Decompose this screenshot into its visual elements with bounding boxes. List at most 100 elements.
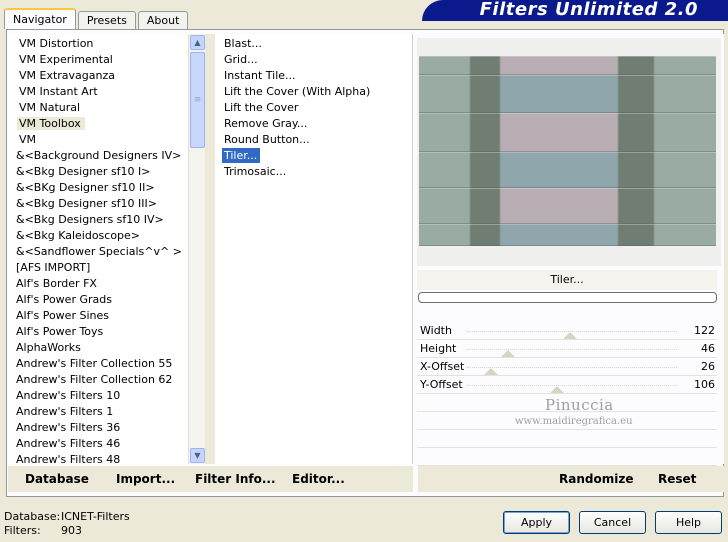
category-label: VM Instant Art — [19, 85, 98, 98]
category-item[interactable]: &<BKg Designer sf10 II> — [8, 180, 204, 196]
filter-item[interactable]: Tiler... — [215, 148, 412, 164]
preview-tile-row — [419, 224, 716, 246]
preview-tile-row — [419, 152, 716, 188]
category-label: &<Bkg Designer sf10 I> — [16, 165, 151, 178]
apply-button[interactable]: Apply — [503, 511, 570, 534]
category-item[interactable]: Andrew's Filter Collection 55 — [8, 356, 204, 372]
import-button[interactable]: Import... — [116, 466, 175, 492]
category-item[interactable]: Andrew's Filters 36 — [8, 420, 204, 436]
reset-button[interactable]: Reset — [658, 466, 696, 492]
filter-item[interactable]: Remove Gray... — [215, 116, 412, 132]
filter-item[interactable]: Trimosaic... — [215, 164, 412, 180]
category-label: &<Sandflower Specials^v^ > — [16, 245, 182, 258]
preview-tile-row — [419, 113, 716, 152]
database-button[interactable]: Database — [25, 466, 89, 492]
parameter-slider-knob[interactable] — [550, 386, 565, 393]
progress-bar — [418, 292, 717, 303]
filters-count-label: Filters: — [4, 524, 41, 537]
category-item[interactable]: Alf's Border FX — [8, 276, 204, 292]
parameter-slider-knob[interactable] — [484, 368, 499, 375]
database-value: ICNET-Filters — [61, 510, 130, 523]
category-item[interactable]: &<Background Designers IV> — [8, 148, 204, 164]
filter-item[interactable]: Grid... — [215, 52, 412, 68]
category-list[interactable]: VM Distortion VM Experimental VM Extravaga… — [8, 34, 204, 464]
category-item[interactable]: Andrew's Filters 46 — [8, 436, 204, 452]
category-item[interactable]: &<Bkg Designer sf10 III> — [8, 196, 204, 212]
filter-item[interactable]: Lift the Cover (With Alpha) — [215, 84, 412, 100]
parameter-list: Width 122 Height 46 X-Offset 26 Y-Offset 106 — [417, 322, 717, 466]
filter-label: Grid... — [224, 53, 258, 66]
category-scrollbar[interactable]: ▲ ≡ ▼ — [188, 34, 205, 464]
scroll-up-icon[interactable]: ▲ — [190, 35, 205, 50]
left-action-bar: Database Import... Filter Info... Editor… — [8, 466, 413, 492]
category-item[interactable]: Andrew's Filters 10 — [8, 388, 204, 404]
parameter-slider-track[interactable] — [467, 367, 677, 368]
current-filter-name: Tiler... — [417, 270, 717, 290]
randomize-button[interactable]: Randomize — [559, 466, 633, 492]
tab-navigator[interactable]: Navigator — [4, 8, 76, 29]
category-item[interactable]: [AFS IMPORT] — [8, 260, 204, 276]
tab-strip: Navigator Presets About — [4, 8, 190, 29]
parameter-slider-track[interactable] — [467, 349, 677, 350]
category-item[interactable]: &<Bkg Designers sf10 IV> — [8, 212, 204, 228]
category-item[interactable]: Alf's Power Grads — [8, 292, 204, 308]
filter-info-button[interactable]: Filter Info... — [195, 466, 276, 492]
category-item[interactable]: VM Natural — [8, 100, 204, 116]
filter-label: Round Button... — [224, 133, 310, 146]
preview-tile-row — [419, 188, 716, 224]
category-item[interactable]: Alf's Power Toys — [8, 324, 204, 340]
category-label: Alf's Power Grads — [16, 293, 112, 306]
category-item[interactable]: VM Extravaganza — [8, 68, 204, 84]
scroll-down-icon[interactable]: ▼ — [190, 448, 205, 463]
category-item[interactable]: &<Bkg Designer sf10 I> — [8, 164, 204, 180]
category-label: Andrew's Filters 1 — [16, 405, 114, 418]
filter-label: Instant Tile... — [224, 69, 296, 82]
cancel-button[interactable]: Cancel — [579, 511, 646, 534]
category-item[interactable]: VM — [8, 132, 204, 148]
tab-about[interactable]: About — [137, 11, 189, 29]
empty-parameter-row — [417, 430, 717, 448]
category-item[interactable]: Andrew's Filters 48 — [8, 452, 204, 464]
splitter[interactable] — [205, 34, 215, 464]
filter-item[interactable]: Instant Tile... — [215, 68, 412, 84]
parameter-slider-knob[interactable] — [500, 350, 515, 357]
parameter-row[interactable]: Height 46 — [417, 340, 717, 358]
filter-label: Remove Gray... — [224, 117, 308, 130]
category-item[interactable]: Alf's Power Sines — [8, 308, 204, 324]
empty-parameter-row — [417, 448, 717, 466]
category-item[interactable]: &<Sandflower Specials^v^ > — [8, 244, 204, 260]
category-label: AlphaWorks — [16, 341, 81, 354]
category-label: [AFS IMPORT] — [16, 261, 91, 274]
category-label: Andrew's Filter Collection 55 — [16, 357, 173, 370]
category-item[interactable]: Andrew's Filters 1 — [8, 404, 204, 420]
filter-list[interactable]: Blast... Grid... Instant Tile... Lift the C… — [215, 34, 413, 464]
scroll-thumb[interactable]: ≡ — [190, 52, 205, 148]
filter-item[interactable]: Lift the Cover — [215, 100, 412, 116]
category-label: Andrew's Filter Collection 62 — [16, 373, 173, 386]
category-item[interactable]: Andrew's Filter Collection 62 — [8, 372, 204, 388]
parameter-slider-knob[interactable] — [563, 332, 578, 339]
filter-item[interactable]: Blast... — [215, 36, 412, 52]
parameter-row[interactable]: Width 122 — [417, 322, 717, 340]
parameter-value: 46 — [701, 342, 715, 355]
parameter-name: Height — [420, 342, 457, 355]
category-item[interactable]: VM Distortion — [8, 36, 204, 52]
editor-button[interactable]: Editor... — [292, 466, 345, 492]
preview-tile-row — [419, 75, 716, 113]
category-label: Andrew's Filters 36 — [16, 421, 121, 434]
category-item[interactable]: AlphaWorks — [8, 340, 204, 356]
category-item[interactable]: VM Experimental — [8, 52, 204, 68]
category-label: VM Natural — [19, 101, 81, 114]
status-info: Database:ICNET-Filters Filters: 903 — [4, 510, 130, 538]
category-item[interactable]: VM Toolbox — [8, 116, 204, 132]
help-button[interactable]: Help — [655, 511, 722, 534]
parameter-row[interactable]: Y-Offset 106 — [417, 376, 717, 394]
category-item[interactable]: &<Bkg Kaleidoscope> — [8, 228, 204, 244]
tab-presets[interactable]: Presets — [77, 11, 136, 29]
parameter-row[interactable]: X-Offset 26 — [417, 358, 717, 376]
parameter-slider-track[interactable] — [467, 385, 677, 386]
filter-item[interactable]: Round Button... — [215, 132, 412, 148]
parameter-name: Y-Offset — [420, 378, 463, 391]
parameter-value: 106 — [694, 378, 715, 391]
category-item[interactable]: VM Instant Art — [8, 84, 204, 100]
